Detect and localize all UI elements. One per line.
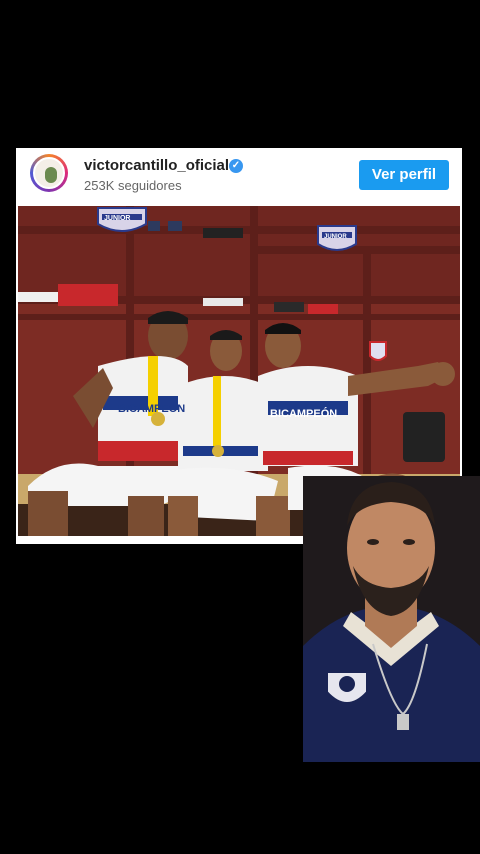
follower-count: 253K seguidores xyxy=(84,178,182,193)
crest-text-left: JUNIOR xyxy=(104,215,130,222)
jersey-crest-icon xyxy=(326,671,368,704)
webcam-overlay xyxy=(303,476,480,762)
post-header: victorcantillo_oficial ✓ 253K seguidores… xyxy=(16,148,462,204)
verified-badge-icon: ✓ xyxy=(229,159,243,173)
jersey-text: BICAMPEÓN xyxy=(118,402,185,415)
avatar-image xyxy=(33,157,65,189)
profile-avatar[interactable] xyxy=(30,154,68,192)
jersey-text-right: BICAMPEÓN xyxy=(270,407,337,420)
username[interactable]: victorcantillo_oficial xyxy=(84,157,229,174)
club-crest-small xyxy=(369,341,387,361)
view-profile-button[interactable]: Ver perfil xyxy=(359,160,449,190)
crest-text-right: JUNIOR xyxy=(324,234,347,240)
